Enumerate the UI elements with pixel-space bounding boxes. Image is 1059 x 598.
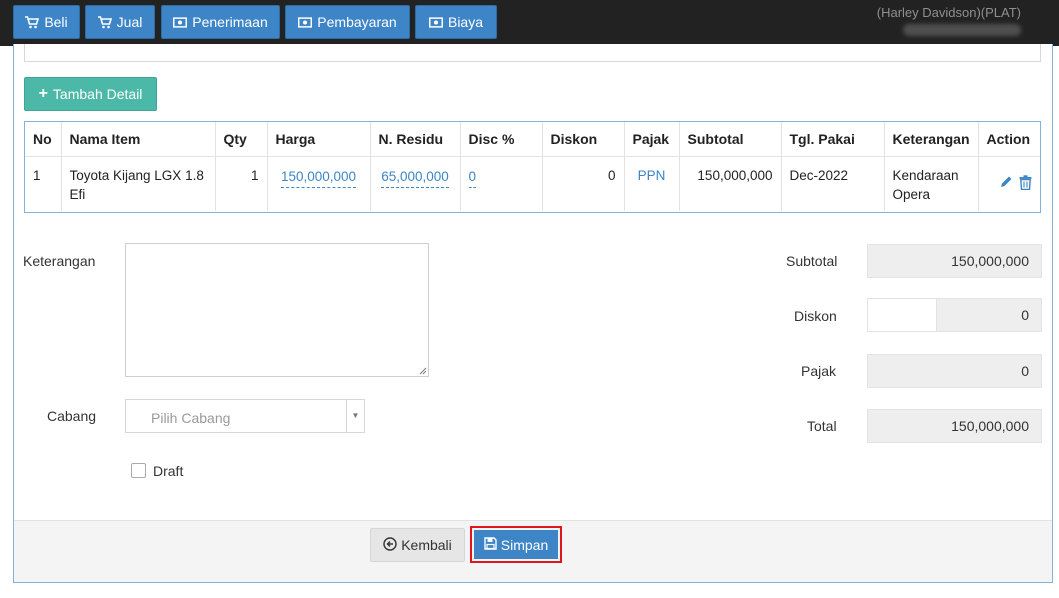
col-disc-pct: Disc % bbox=[460, 122, 543, 157]
draft-label: Draft bbox=[153, 463, 184, 479]
table-row: 1 Toyota Kijang LGX 1.8 Efi 1 150,000,00… bbox=[25, 156, 1040, 211]
save-button[interactable]: Simpan bbox=[474, 530, 558, 559]
top-navbar: Beli Jual Penerimaan Pembayaran Biaya (H… bbox=[0, 0, 1059, 46]
residu-editable[interactable]: 65,000,000 bbox=[381, 168, 449, 188]
nav-pembayaran-label: Pembayaran bbox=[317, 14, 397, 30]
col-nama-item: Nama Item bbox=[61, 122, 216, 157]
add-detail-button[interactable]: + Tambah Detail bbox=[24, 77, 157, 111]
back-label: Kembali bbox=[401, 537, 452, 553]
save-highlight-box: Simpan bbox=[470, 526, 562, 563]
money-icon bbox=[428, 15, 443, 29]
cell-tgl-pakai: Dec-2022 bbox=[781, 156, 885, 211]
harga-editable[interactable]: 150,000,000 bbox=[280, 168, 357, 188]
summary-pajak-field: 0 bbox=[867, 354, 1042, 388]
keterangan-textarea[interactable] bbox=[125, 243, 429, 377]
col-keterangan: Keterangan bbox=[884, 122, 979, 157]
cabang-select[interactable]: Pilih Cabang ▼ bbox=[125, 399, 365, 433]
nav-penerimaan-label: Penerimaan bbox=[192, 14, 268, 30]
draft-checkbox[interactable] bbox=[131, 463, 146, 478]
header-field bbox=[24, 44, 1041, 62]
nav-beli-button[interactable]: Beli bbox=[13, 5, 80, 39]
summary-total-field: 150,000,000 bbox=[867, 409, 1042, 443]
col-pajak: Pajak bbox=[624, 122, 680, 157]
keterangan-label: Keterangan bbox=[23, 253, 96, 269]
col-action: Action bbox=[978, 122, 1040, 157]
nav-jual-label: Jual bbox=[116, 14, 143, 30]
nav-biaya-label: Biaya bbox=[447, 14, 484, 30]
summary-pajak-label: Pajak bbox=[801, 363, 837, 379]
cell-no: 1 bbox=[25, 156, 62, 211]
nav-jual-button[interactable]: Jual bbox=[85, 5, 155, 39]
summary-diskon-label: Diskon bbox=[794, 308, 837, 324]
cell-qty: 1 bbox=[215, 156, 268, 211]
nav-biaya-button[interactable]: Biaya bbox=[415, 5, 497, 39]
diskon-input[interactable] bbox=[867, 298, 937, 332]
chevron-down-icon: ▼ bbox=[346, 400, 364, 432]
edit-icon[interactable] bbox=[999, 175, 1013, 195]
arrow-left-circle-icon bbox=[383, 536, 397, 554]
cell-keterangan: Kendaraan Opera bbox=[884, 156, 979, 211]
summary-subtotal-label: Subtotal bbox=[786, 253, 838, 269]
cart-icon bbox=[25, 15, 40, 29]
col-qty: Qty bbox=[215, 122, 268, 157]
cell-pajak[interactable]: PPN bbox=[624, 156, 680, 211]
summary-total-label: Total bbox=[807, 418, 837, 434]
cabang-label: Cabang bbox=[47, 408, 97, 424]
floppy-icon bbox=[484, 536, 497, 553]
col-tgl-pakai: Tgl. Pakai bbox=[781, 122, 885, 157]
cabang-placeholder: Pilih Cabang bbox=[151, 410, 231, 426]
col-no: No bbox=[25, 122, 62, 157]
col-diskon: Diskon bbox=[542, 122, 625, 157]
cart-icon bbox=[97, 15, 112, 29]
money-icon bbox=[173, 15, 188, 29]
add-detail-label: Tambah Detail bbox=[52, 86, 143, 102]
cell-subtotal: 150,000,000 bbox=[679, 156, 782, 211]
user-info[interactable]: (Harley Davidson)(PLAT) bbox=[877, 5, 1021, 36]
form-panel: + Tambah Detail No Nama Item Qty Harga N… bbox=[13, 44, 1053, 583]
col-subtotal: Subtotal bbox=[679, 122, 782, 157]
plus-icon: + bbox=[38, 85, 48, 102]
money-icon bbox=[298, 15, 313, 29]
disc-pct-editable[interactable]: 0 bbox=[468, 168, 477, 188]
nav-pembayaran-button[interactable]: Pembayaran bbox=[285, 5, 410, 39]
table-header-row: No Nama Item Qty Harga N. Residu Disc % … bbox=[25, 122, 1040, 157]
resize-handle-icon[interactable] bbox=[419, 367, 427, 375]
form-footer: Kembali Simpan bbox=[14, 520, 1052, 582]
detail-table: No Nama Item Qty Harga N. Residu Disc % … bbox=[24, 121, 1041, 213]
user-email-blurred bbox=[903, 24, 1021, 36]
col-harga: Harga bbox=[267, 122, 371, 157]
summary-subtotal-field: 150,000,000 bbox=[867, 244, 1042, 278]
save-label: Simpan bbox=[500, 536, 549, 553]
trash-icon[interactable] bbox=[1019, 174, 1032, 195]
back-button[interactable]: Kembali bbox=[370, 528, 465, 562]
nav-beli-label: Beli bbox=[44, 14, 68, 30]
col-residu: N. Residu bbox=[370, 122, 461, 157]
user-company-label: (Harley Davidson)(PLAT) bbox=[876, 5, 1021, 20]
cell-item: Toyota Kijang LGX 1.8 Efi bbox=[61, 156, 216, 211]
nav-penerimaan-button[interactable]: Penerimaan bbox=[161, 5, 280, 39]
cell-diskon: 0 bbox=[542, 156, 625, 211]
